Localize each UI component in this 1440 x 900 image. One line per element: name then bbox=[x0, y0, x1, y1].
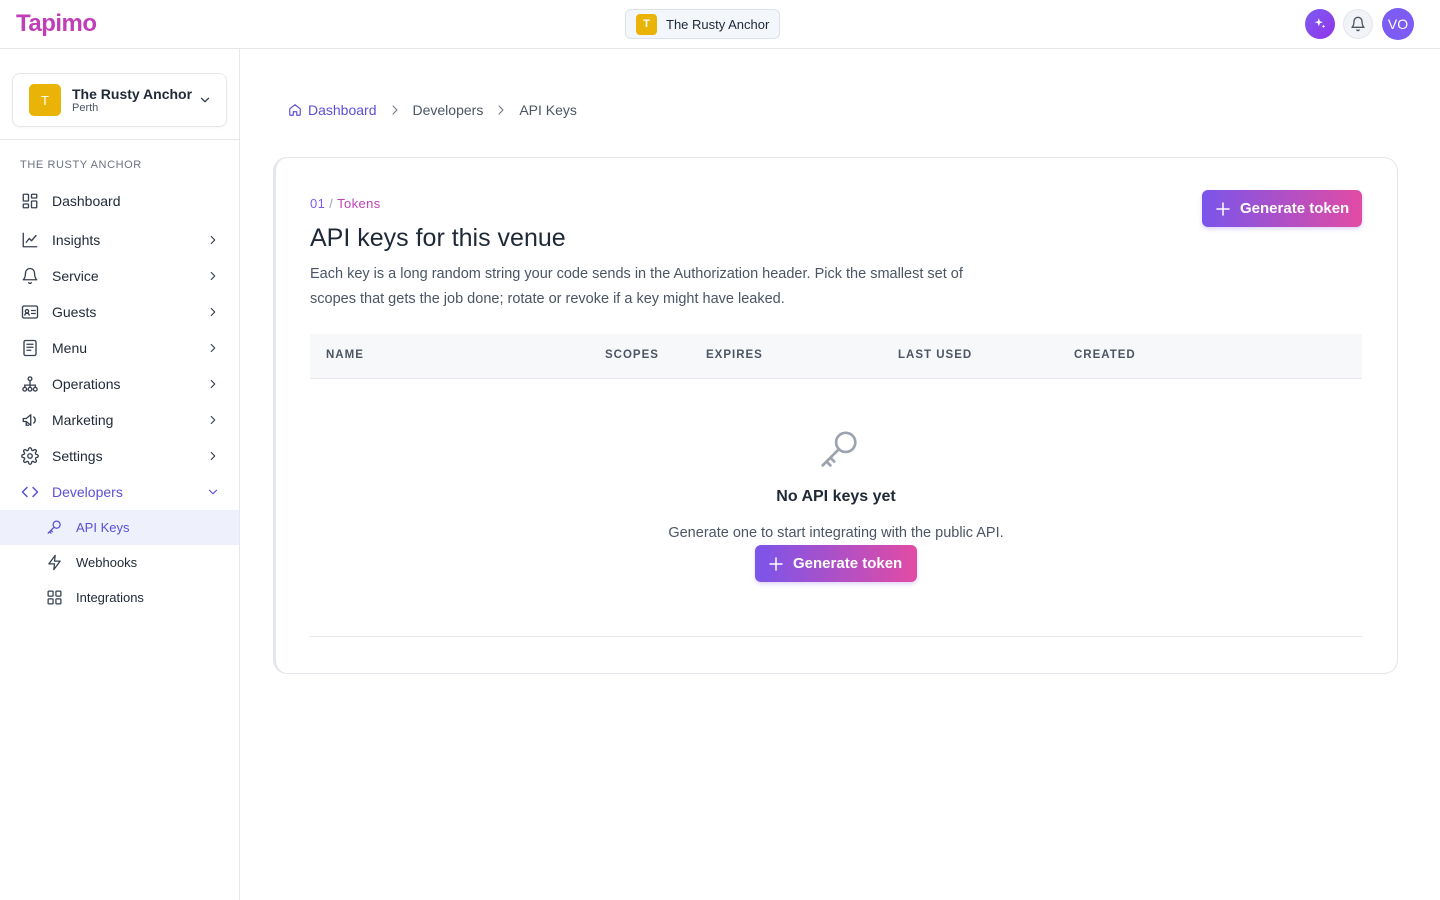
code-icon bbox=[21, 483, 39, 501]
column-header-created[interactable]: CREATED bbox=[1074, 349, 1136, 361]
sidebar-subitem-label: Webhooks bbox=[76, 555, 138, 570]
sidebar-item-label: Operations bbox=[52, 376, 121, 392]
chevron-right-icon bbox=[210, 451, 216, 461]
id-card-icon bbox=[21, 303, 39, 321]
sidebar-item-label: Guests bbox=[52, 304, 97, 320]
eyebrow-word: Tokens bbox=[337, 196, 381, 211]
sidebar-item-label: Insights bbox=[52, 232, 101, 248]
generate-token-label: Generate token bbox=[793, 555, 903, 572]
sidebar-item-label: Dashboard bbox=[52, 193, 121, 209]
venue-switcher-pill[interactable]: T The Rusty Anchor bbox=[625, 9, 781, 39]
lightning-icon bbox=[45, 554, 63, 572]
chevron-down-icon bbox=[200, 97, 210, 103]
chevron-right-icon bbox=[210, 271, 216, 281]
generate-token-label: Generate token bbox=[1240, 200, 1350, 217]
sidebar-item-label: Menu bbox=[52, 340, 88, 356]
breadcrumb-current: API Keys bbox=[519, 102, 577, 118]
sidebar-item-guests[interactable]: Guests bbox=[0, 294, 239, 330]
venue-city: Perth bbox=[72, 101, 99, 114]
plus-icon bbox=[769, 556, 783, 571]
notifications-button[interactable] bbox=[1343, 9, 1373, 39]
sidebar-item-label: Developers bbox=[52, 484, 123, 500]
bell-icon bbox=[1351, 16, 1365, 32]
chevron-right-icon bbox=[210, 307, 216, 317]
sidebar-subitem-label: Integrations bbox=[76, 590, 144, 605]
bell-icon bbox=[21, 267, 39, 285]
venue-name: The Rusty Anchor bbox=[72, 85, 193, 102]
api-keys-card: 01 / Tokens API keys for this venue Each… bbox=[273, 157, 1398, 674]
column-header-scopes[interactable]: SCOPES bbox=[605, 349, 659, 361]
venue-selector[interactable]: T The Rusty Anchor Perth bbox=[12, 73, 227, 127]
sidebar-item-operations[interactable]: Operations bbox=[0, 366, 239, 402]
sidebar-item-label: Marketing bbox=[52, 412, 114, 428]
sidebar-item-developers[interactable]: Developers bbox=[0, 474, 239, 510]
column-header-last-used[interactable]: LAST USED bbox=[898, 349, 972, 361]
chevron-right-icon bbox=[210, 415, 216, 425]
venue-pill-name: The Rusty Anchor bbox=[666, 16, 770, 32]
table-header: NAME SCOPES EXPIRES LAST USED CREATED bbox=[310, 334, 1362, 379]
empty-state-subtitle: Generate one to start integrating with t… bbox=[668, 525, 1004, 541]
menu-list-icon bbox=[21, 339, 39, 357]
sidebar-item-insights[interactable]: Insights bbox=[0, 222, 239, 258]
venue-initial-badge: T bbox=[29, 84, 61, 116]
sidebar: T The Rusty Anchor Perth THE RUSTY ANCHO… bbox=[0, 49, 240, 900]
sidebar-item-service[interactable]: Service bbox=[0, 258, 239, 294]
chevron-right-icon bbox=[210, 343, 216, 353]
home-icon bbox=[289, 104, 301, 116]
chevron-right-icon bbox=[210, 379, 216, 389]
sidebar-item-marketing[interactable]: Marketing bbox=[0, 402, 239, 438]
breadcrumb-separator-icon bbox=[389, 103, 401, 117]
sidebar-subitem-integrations[interactable]: Integrations bbox=[0, 580, 239, 615]
column-header-name[interactable]: NAME bbox=[326, 349, 364, 361]
empty-state-title: No API keys yet bbox=[776, 488, 896, 505]
grid-icon bbox=[45, 589, 63, 607]
megaphone-icon bbox=[21, 411, 39, 429]
chart-line-icon bbox=[21, 231, 39, 249]
sidebar-item-label: Settings bbox=[52, 448, 103, 464]
page-description: Each key is a long random string your co… bbox=[310, 266, 963, 307]
sidebar-subitem-webhooks[interactable]: Webhooks bbox=[0, 545, 239, 580]
breadcrumb-developers[interactable]: Developers bbox=[413, 102, 484, 118]
eyebrow-number: 01 bbox=[310, 196, 326, 211]
page-title: API keys for this venue bbox=[310, 224, 566, 252]
app-logo[interactable]: Tapimo bbox=[16, 10, 97, 38]
key-icon bbox=[45, 519, 63, 537]
user-avatar[interactable]: VO bbox=[1382, 8, 1414, 40]
sidebar-item-menu[interactable]: Menu bbox=[0, 330, 239, 366]
dashboard-icon bbox=[21, 192, 39, 210]
sidebar-subitem-api-keys[interactable]: API Keys bbox=[0, 510, 239, 545]
chevron-right-icon bbox=[210, 235, 216, 245]
sidebar-divider bbox=[0, 139, 239, 140]
breadcrumb-home-label: Dashboard bbox=[308, 102, 377, 118]
plus-icon bbox=[1216, 201, 1230, 216]
column-header-expires[interactable]: EXPIRES bbox=[706, 349, 763, 361]
sidebar-subitem-label: API Keys bbox=[76, 520, 130, 535]
generate-token-button[interactable]: Generate token bbox=[1202, 190, 1362, 227]
breadcrumb: Dashboard Developers API Keys bbox=[288, 101, 577, 119]
sidebar-item-settings[interactable]: Settings bbox=[0, 438, 239, 474]
sidebar-section-label: THE RUSTY ANCHOR bbox=[20, 159, 142, 171]
venue-initial-badge: T bbox=[636, 13, 657, 35]
chevron-down-icon bbox=[208, 489, 218, 495]
breadcrumb-home-link[interactable]: Dashboard bbox=[288, 102, 377, 118]
gear-icon bbox=[21, 447, 39, 465]
generate-token-empty-button[interactable]: Generate token bbox=[755, 545, 917, 582]
breadcrumb-separator-icon bbox=[495, 103, 507, 117]
ai-assistant-button[interactable] bbox=[1305, 9, 1335, 39]
hierarchy-icon bbox=[21, 375, 39, 393]
sidebar-item-label: Service bbox=[52, 268, 99, 284]
section-eyebrow: 01 / Tokens bbox=[310, 196, 381, 211]
table-footer-divider bbox=[310, 636, 1362, 637]
sidebar-item-dashboard[interactable]: Dashboard bbox=[0, 183, 239, 219]
key-icon bbox=[821, 431, 857, 467]
sparkle-icon bbox=[1314, 18, 1326, 29]
top-bar: Tapimo T The Rusty Anchor VO bbox=[0, 0, 1440, 49]
eyebrow-separator: / bbox=[329, 196, 334, 211]
